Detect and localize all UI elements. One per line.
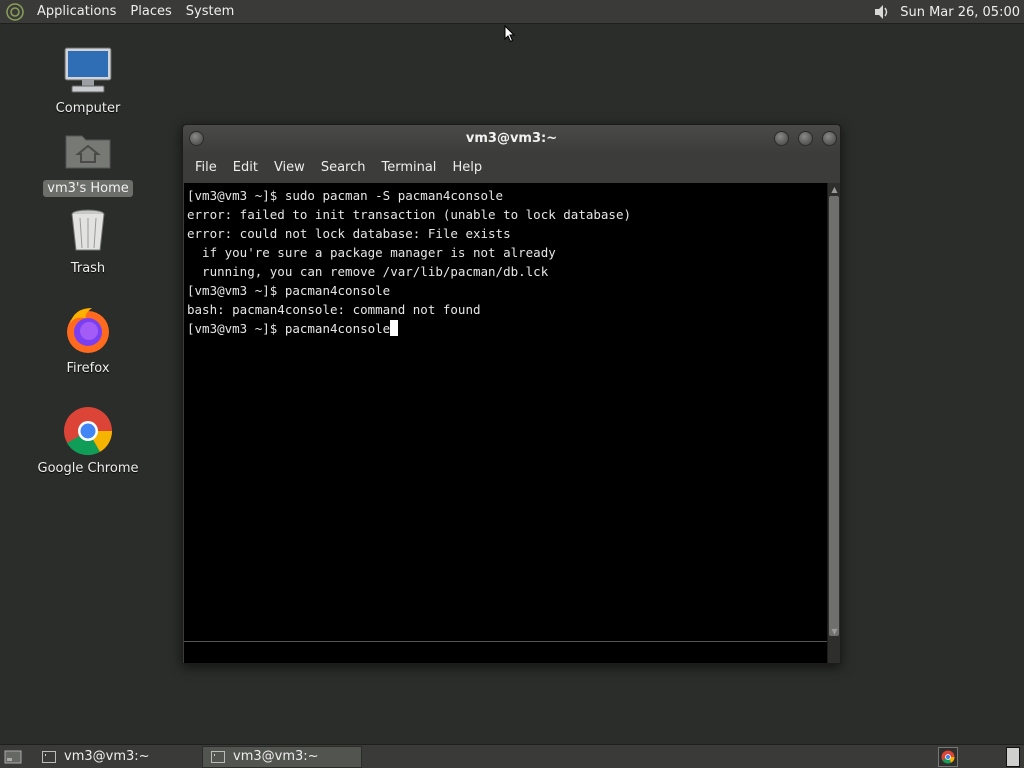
menu-file[interactable]: File (187, 153, 225, 183)
terminal-line: error: could not lock database: File exi… (187, 226, 511, 241)
terminal-bottom-area (184, 641, 827, 663)
menu-view[interactable]: View (266, 153, 313, 183)
desktop-icon-computer[interactable]: Computer (33, 44, 143, 117)
desktop-icon-firefox[interactable]: Firefox (33, 304, 143, 377)
chrome-tray-icon[interactable] (938, 747, 958, 767)
window-titlebar[interactable]: vm3@vm3:~ (183, 125, 840, 153)
desktop-icon-label: Google Chrome (37, 461, 139, 476)
minimize-button[interactable] (774, 131, 789, 146)
taskbar-item-label: vm3@vm3:~ (64, 749, 150, 764)
close-button[interactable] (822, 131, 837, 146)
terminal-cursor (390, 320, 399, 336)
applications-menu[interactable]: Applications (30, 0, 123, 24)
workspace-switcher[interactable] (1006, 747, 1020, 767)
maximize-button[interactable] (798, 131, 813, 146)
window-title: vm3@vm3:~ (465, 131, 558, 146)
computer-icon (62, 44, 114, 96)
terminal-prompt-line[interactable]: [vm3@vm3 ~]$ pacman4console (187, 319, 827, 338)
terminal-line: [vm3@vm3 ~]$ sudo pacman -S pacman4conso… (187, 188, 504, 203)
terminal-line: running, you can remove /var/lib/pacman/… (187, 264, 549, 279)
terminal-line-text: [vm3@vm3 ~]$ pacman4console (187, 321, 391, 336)
desktop-icon-label: Trash (70, 261, 106, 276)
scroll-down-icon[interactable]: ▼ (828, 625, 841, 637)
desktop-icon-trash[interactable]: Trash (33, 204, 143, 277)
trash-icon (62, 204, 114, 256)
show-desktop-icon[interactable] (2, 746, 24, 768)
firefox-icon (62, 304, 114, 356)
terminal-icon (211, 750, 225, 763)
menu-terminal[interactable]: Terminal (373, 153, 444, 183)
vertical-scrollbar[interactable]: ▲ ▼ (827, 183, 840, 663)
terminal-line: error: failed to init transaction (unabl… (187, 207, 632, 222)
home-folder-icon (62, 124, 114, 176)
chrome-icon (62, 404, 114, 456)
menu-search[interactable]: Search (313, 153, 374, 183)
top-panel: Applications Places System Sun Mar 26, 0… (0, 0, 1024, 24)
taskbar-item-label: vm3@vm3:~ (233, 749, 319, 764)
menu-edit[interactable]: Edit (225, 153, 266, 183)
scroll-thumb[interactable] (829, 196, 839, 636)
scroll-up-icon[interactable]: ▲ (828, 183, 841, 195)
bottom-panel: vm3@vm3:~ vm3@vm3:~ (0, 744, 1024, 768)
taskbar-item-active[interactable]: vm3@vm3:~ (202, 745, 362, 768)
desktop-icon-label: Firefox (66, 361, 110, 376)
desktop-icon-label: vm3's Home (43, 180, 133, 197)
menu-bar: File Edit View Search Terminal Help (183, 153, 840, 183)
terminal-window: vm3@vm3:~ File Edit View Search Terminal… (182, 124, 841, 664)
clock[interactable]: Sun Mar 26, 05:00 (900, 5, 1024, 20)
places-menu[interactable]: Places (123, 0, 178, 24)
terminal-line: [vm3@vm3 ~]$ pacman4console (187, 283, 391, 298)
terminal-line: bash: pacman4console: command not found (187, 302, 481, 317)
terminal-line: if you're sure a package manager is not … (187, 245, 556, 260)
desktop-icon-chrome[interactable]: Google Chrome (33, 404, 143, 477)
menu-help[interactable]: Help (444, 153, 490, 183)
desktop-icon-label: Computer (55, 101, 121, 116)
terminal-output[interactable]: [vm3@vm3 ~]$ sudo pacman -S pacman4conso… (184, 183, 827, 641)
mouse-pointer-icon (504, 25, 516, 43)
terminal-icon (42, 750, 56, 763)
volume-icon[interactable] (872, 2, 892, 22)
system-menu[interactable]: System (179, 0, 241, 24)
taskbar-item[interactable]: vm3@vm3:~ (34, 746, 194, 768)
distro-logo-icon[interactable] (4, 1, 26, 23)
desktop-icon-home[interactable]: vm3's Home (33, 124, 143, 197)
